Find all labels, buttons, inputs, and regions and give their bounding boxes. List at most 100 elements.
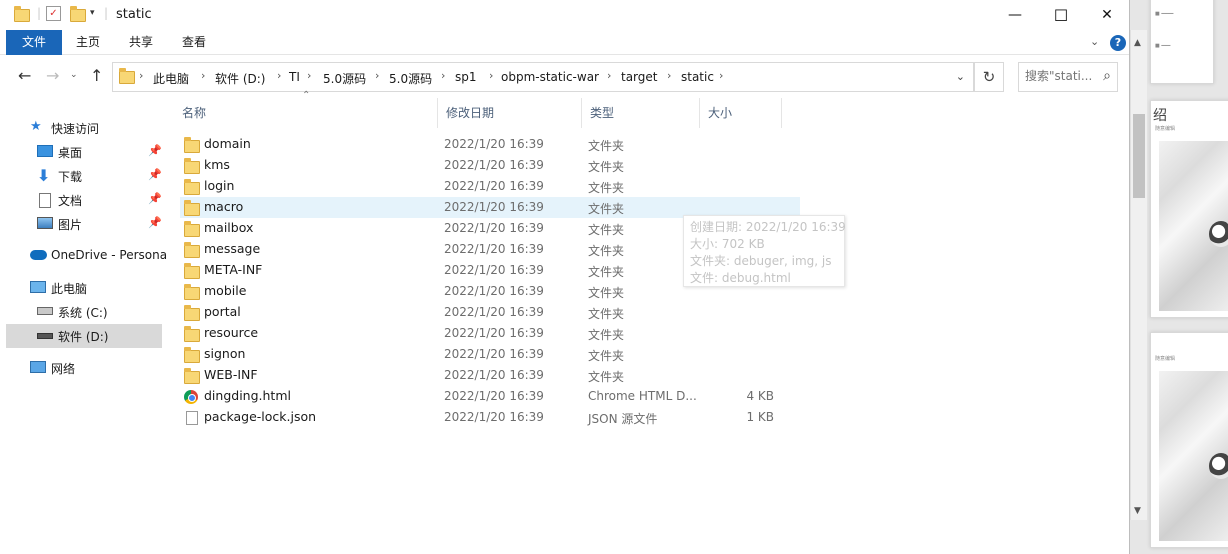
close-button[interactable]: ✕ xyxy=(1084,0,1129,30)
recent-locations-icon[interactable]: ⌄ xyxy=(70,70,78,80)
file-type: 文件夹 xyxy=(588,370,625,384)
folder-icon xyxy=(184,263,200,282)
breadcrumb-separator[interactable]: › xyxy=(719,69,723,82)
location-folder-icon xyxy=(119,68,135,87)
pin-icon[interactable]: 📌 xyxy=(148,216,162,229)
column-header-date[interactable]: 修改日期 xyxy=(438,98,582,128)
doc-cup-image xyxy=(1209,221,1228,247)
minimize-button[interactable]: — xyxy=(992,0,1038,30)
file-name: kms xyxy=(204,157,230,172)
nav-item-label: 图片 xyxy=(58,218,83,232)
folder-icon xyxy=(184,305,200,324)
nav-item-drive-c[interactable]: 系统 (C:) xyxy=(6,300,162,324)
table-row[interactable]: signon 2022/1/20 16:39 文件夹 xyxy=(180,344,800,365)
properties-icon[interactable]: ✓ xyxy=(46,6,61,21)
expand-ribbon-icon[interactable]: ⌄ xyxy=(1090,35,1099,48)
address-history-chevron-icon[interactable]: ⌄ xyxy=(956,70,965,83)
breadcrumb-separator[interactable]: › xyxy=(667,69,671,82)
pin-icon[interactable]: 📌 xyxy=(148,144,162,157)
column-header-size[interactable]: 大小 xyxy=(700,98,782,128)
up-arrow-icon[interactable]: ↑ xyxy=(90,66,103,85)
breadcrumb-obpm-static-war[interactable]: obpm-static-war xyxy=(501,70,599,84)
table-row[interactable]: login 2022/1/20 16:39 文件夹 xyxy=(180,176,800,197)
breadcrumb-sp1[interactable]: sp1 xyxy=(455,70,477,84)
search-box[interactable]: ⌕ xyxy=(1018,62,1118,92)
file-explorer-window: | ✓ ▾ | static — ☐ ✕ 文件 主页 共享 查看 ⌄ ? ← →… xyxy=(0,0,1130,554)
breadcrumb-static[interactable]: static xyxy=(681,70,714,84)
table-row[interactable]: dingding.html 2022/1/20 16:39 Chrome HTML … xyxy=(180,386,800,407)
tab-share[interactable]: 共享 xyxy=(117,30,165,55)
background-doc-page: 绍 随意编辑 xyxy=(1150,100,1228,318)
nav-item-drive-d[interactable]: 软件 (D:) xyxy=(6,324,162,348)
vertical-scrollbar[interactable]: ▲ ▼ xyxy=(1130,30,1147,520)
file-date: 2022/1/20 16:39 xyxy=(444,158,544,172)
breadcrumb-separator[interactable]: › xyxy=(607,69,611,82)
folder-icon xyxy=(184,284,200,303)
drive-icon xyxy=(37,333,53,339)
file-date: 2022/1/20 16:39 xyxy=(444,263,544,277)
new-folder-icon[interactable] xyxy=(70,6,86,25)
pin-icon[interactable]: 📌 xyxy=(148,168,162,181)
nav-item-downloads[interactable]: ⬇ 下载 📌 xyxy=(6,164,162,188)
breadcrumb-drive-d[interactable]: 软件 (D:) xyxy=(215,70,265,87)
scroll-up-icon[interactable]: ▲ xyxy=(1134,38,1141,48)
tab-file[interactable]: 文件 xyxy=(6,30,62,55)
breadcrumb-this-pc[interactable]: 此电脑 xyxy=(153,70,189,87)
breadcrumb-separator[interactable]: › xyxy=(307,69,311,82)
nav-item-this-pc[interactable]: 此电脑 xyxy=(6,276,162,300)
table-row[interactable]: resource 2022/1/20 16:39 文件夹 xyxy=(180,323,800,344)
table-row[interactable]: WEB-INF 2022/1/20 16:39 文件夹 xyxy=(180,365,800,386)
forward-arrow-icon[interactable]: → xyxy=(46,66,59,85)
star-icon: ★ xyxy=(30,119,42,134)
title-separator: | xyxy=(104,6,109,20)
file-type: 文件夹 xyxy=(588,223,625,237)
nav-item-label: 文档 xyxy=(58,194,83,208)
table-row[interactable]: portal 2022/1/20 16:39 文件夹 xyxy=(180,302,800,323)
maximize-button[interactable]: ☐ xyxy=(1038,0,1084,30)
column-header-type[interactable]: 类型 xyxy=(582,98,700,128)
table-row[interactable]: domain 2022/1/20 16:39 文件夹 xyxy=(180,134,800,155)
folder-icon xyxy=(184,347,200,366)
file-list: ⌃ 名称 修改日期 类型 大小 domain 2022/1/20 16:39 文件夹… xyxy=(174,90,1129,554)
file-date: 2022/1/20 16:39 xyxy=(444,221,544,235)
column-header-name[interactable]: 名称 xyxy=(174,98,438,128)
table-row[interactable]: kms 2022/1/20 16:39 文件夹 xyxy=(180,155,800,176)
nav-item-desktop[interactable]: 桌面 📌 xyxy=(6,140,162,164)
breadcrumb-separator[interactable]: › xyxy=(139,69,143,82)
address-bar[interactable]: › 此电脑 › 软件 (D:) › TI › 5.0源码 › 5.0源码 › s… xyxy=(112,62,974,92)
breadcrumb-source-1[interactable]: 5.0源码 xyxy=(323,70,366,87)
nav-item-onedrive[interactable]: OneDrive - Persona xyxy=(6,244,167,268)
help-icon[interactable]: ? xyxy=(1110,35,1126,51)
tooltip-folders: 文件夹: debuger, img, js xyxy=(690,254,832,268)
breadcrumb-separator[interactable]: › xyxy=(441,69,445,82)
file-name: domain xyxy=(204,136,251,151)
customize-toolbar-icon[interactable]: ▾ xyxy=(90,8,95,18)
tab-home[interactable]: 主页 xyxy=(64,30,112,55)
search-input[interactable] xyxy=(1025,69,1095,83)
breadcrumb-source-2[interactable]: 5.0源码 xyxy=(389,70,432,87)
breadcrumb-separator[interactable]: › xyxy=(489,69,493,82)
breadcrumb-ti[interactable]: TI xyxy=(289,70,300,84)
search-icon[interactable]: ⌕ xyxy=(1103,68,1111,84)
nav-item-network[interactable]: 网络 xyxy=(6,356,162,380)
breadcrumb-separator[interactable]: › xyxy=(375,69,379,82)
title-separator: | xyxy=(37,6,42,20)
file-date: 2022/1/20 16:39 xyxy=(444,326,544,340)
breadcrumb-separator[interactable]: › xyxy=(201,69,205,82)
scroll-down-icon[interactable]: ▼ xyxy=(1134,506,1141,516)
back-arrow-icon[interactable]: ← xyxy=(18,66,31,85)
tab-view[interactable]: 查看 xyxy=(170,30,218,55)
file-date: 2022/1/20 16:39 xyxy=(444,410,544,424)
breadcrumb-target[interactable]: target xyxy=(621,70,658,84)
quick-access-folder-icon[interactable] xyxy=(14,6,30,25)
file-date: 2022/1/20 16:39 xyxy=(444,200,544,214)
pin-icon[interactable]: 📌 xyxy=(148,192,162,205)
folder-icon xyxy=(184,242,200,261)
scrollbar-thumb[interactable] xyxy=(1133,114,1145,198)
refresh-button[interactable]: ↻ xyxy=(974,62,1004,92)
nav-item-documents[interactable]: 文档 📌 xyxy=(6,188,162,212)
nav-item-pictures[interactable]: 图片 📌 xyxy=(6,212,162,236)
breadcrumb-separator[interactable]: › xyxy=(277,69,281,82)
table-row[interactable]: package-lock.json 2022/1/20 16:39 JSON 源文件… xyxy=(180,407,800,428)
nav-item-quick-access[interactable]: ★ 快速访问 xyxy=(6,116,162,140)
